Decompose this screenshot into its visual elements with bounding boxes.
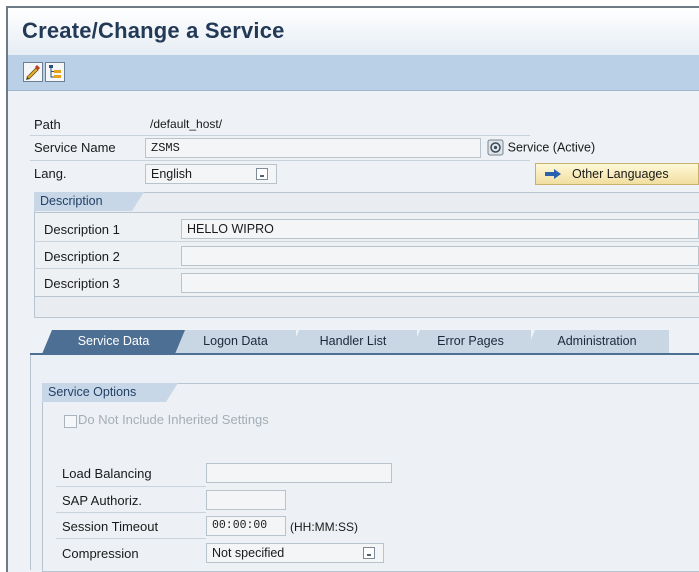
tab-service-data[interactable]: Service Data bbox=[42, 330, 185, 354]
path-label: Path bbox=[34, 117, 61, 132]
other-languages-label: Other Languages bbox=[572, 167, 669, 181]
divider bbox=[56, 486, 206, 487]
lang-label: Lang. bbox=[34, 166, 67, 181]
tab-handler-list[interactable]: Handler List bbox=[289, 330, 417, 354]
tab-administration[interactable]: Administration bbox=[525, 330, 669, 354]
toolbar bbox=[8, 55, 699, 91]
load-balancing-field[interactable] bbox=[206, 463, 392, 483]
title-bar: Create/Change a Service bbox=[8, 8, 699, 55]
edit-button[interactable] bbox=[23, 62, 43, 82]
description-1-field[interactable]: HELLO WIPRO bbox=[181, 219, 699, 239]
lang-select[interactable]: English bbox=[145, 164, 277, 184]
chevron-down-icon[interactable] bbox=[256, 168, 268, 180]
compression-label: Compression bbox=[62, 546, 139, 561]
service-status: Service (Active) bbox=[487, 139, 595, 156]
divider bbox=[34, 241, 699, 242]
tab-error-pages[interactable]: Error Pages bbox=[410, 330, 531, 354]
tab-strip: Service Data Logon Data Handler List Err… bbox=[42, 330, 699, 354]
description-2-label: Description 2 bbox=[44, 249, 120, 264]
session-timeout-label: Session Timeout bbox=[62, 519, 159, 534]
arrow-right-icon bbox=[545, 169, 561, 179]
tab-logon-data[interactable]: Logon Data bbox=[175, 330, 296, 354]
compression-select-value: Not specified bbox=[212, 546, 285, 560]
service-options-group-title: Service Options bbox=[42, 383, 178, 402]
service-name-field[interactable]: ZSMS bbox=[145, 138, 481, 158]
inherit-checkbox-label: Do Not Include Inherited Settings bbox=[78, 412, 269, 427]
page-title: Create/Change a Service bbox=[22, 18, 285, 43]
path-value: /default_host/ bbox=[150, 117, 223, 131]
service-name-label: Service Name bbox=[34, 140, 116, 155]
hierarchy-icon bbox=[49, 65, 61, 78]
service-status-label: Service (Active) bbox=[507, 140, 596, 155]
divider bbox=[56, 538, 206, 539]
divider bbox=[56, 512, 206, 513]
inherit-checkbox[interactable] bbox=[64, 415, 77, 428]
service-status-icon bbox=[487, 139, 504, 156]
hierarchy-button[interactable] bbox=[45, 62, 65, 82]
description-2-field[interactable] bbox=[181, 246, 699, 266]
description-3-label: Description 3 bbox=[44, 276, 120, 291]
load-balancing-label: Load Balancing bbox=[62, 466, 152, 481]
description-3-field[interactable] bbox=[181, 273, 699, 293]
sap-authoriz-label: SAP Authoriz. bbox=[62, 493, 142, 508]
session-timeout-format: (HH:MM:SS) bbox=[290, 520, 358, 534]
compression-select[interactable]: Not specified bbox=[206, 543, 384, 563]
divider bbox=[30, 135, 530, 136]
session-timeout-field[interactable]: 00:00:00 bbox=[206, 516, 286, 536]
divider bbox=[34, 268, 699, 269]
lang-select-value: English bbox=[151, 167, 192, 181]
description-1-label: Description 1 bbox=[44, 222, 120, 237]
sap-authoriz-field[interactable] bbox=[206, 490, 286, 510]
description-group-title: Description bbox=[34, 192, 144, 211]
edit-icon bbox=[26, 65, 40, 80]
divider bbox=[30, 160, 530, 161]
chevron-down-icon[interactable] bbox=[363, 547, 375, 559]
other-languages-button[interactable]: Other Languages bbox=[535, 163, 699, 185]
